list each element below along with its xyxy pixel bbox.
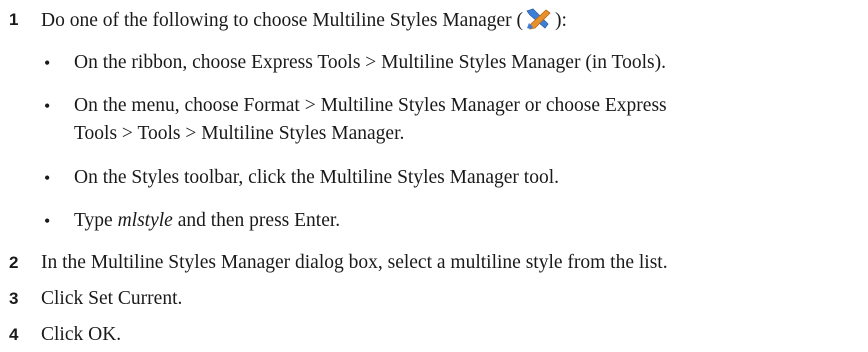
step-3: 3 Click Set Current. — [0, 286, 868, 312]
list-item: • On the menu, choose Format > Multiline… — [44, 95, 667, 144]
step-text: Click Set Current. — [41, 288, 183, 309]
multiline-styles-manager-icon — [524, 7, 554, 31]
list-item: • On the ribbon, choose Express Tools > … — [0, 50, 868, 76]
step-2: 2 In the Multiline Styles Manager dialog… — [0, 250, 868, 276]
step-4: 4 Click OK. — [0, 322, 868, 348]
step-text: Do one of the following to choose Multil… — [41, 7, 567, 34]
step-number: 4 — [9, 325, 19, 344]
step-1: 1 Do one of the following to choose Mult… — [0, 7, 868, 33]
bullet-marker: • — [44, 211, 51, 231]
step-number: 3 — [9, 289, 19, 308]
list-item: • Type mlstyle and then press Enter. — [0, 208, 868, 234]
step-number: 2 — [9, 253, 19, 272]
bullet-marker: • — [44, 168, 51, 188]
step-text: Click OK. — [41, 324, 122, 345]
bullet-marker: • — [44, 96, 51, 116]
command-name: mlstyle — [117, 210, 173, 231]
bullet-marker: • — [44, 53, 51, 73]
step-number: 1 — [9, 10, 19, 29]
list-item: • On the Styles toolbar, click the Multi… — [0, 165, 868, 191]
step-text: In the Multiline Styles Manager dialog b… — [41, 252, 668, 273]
